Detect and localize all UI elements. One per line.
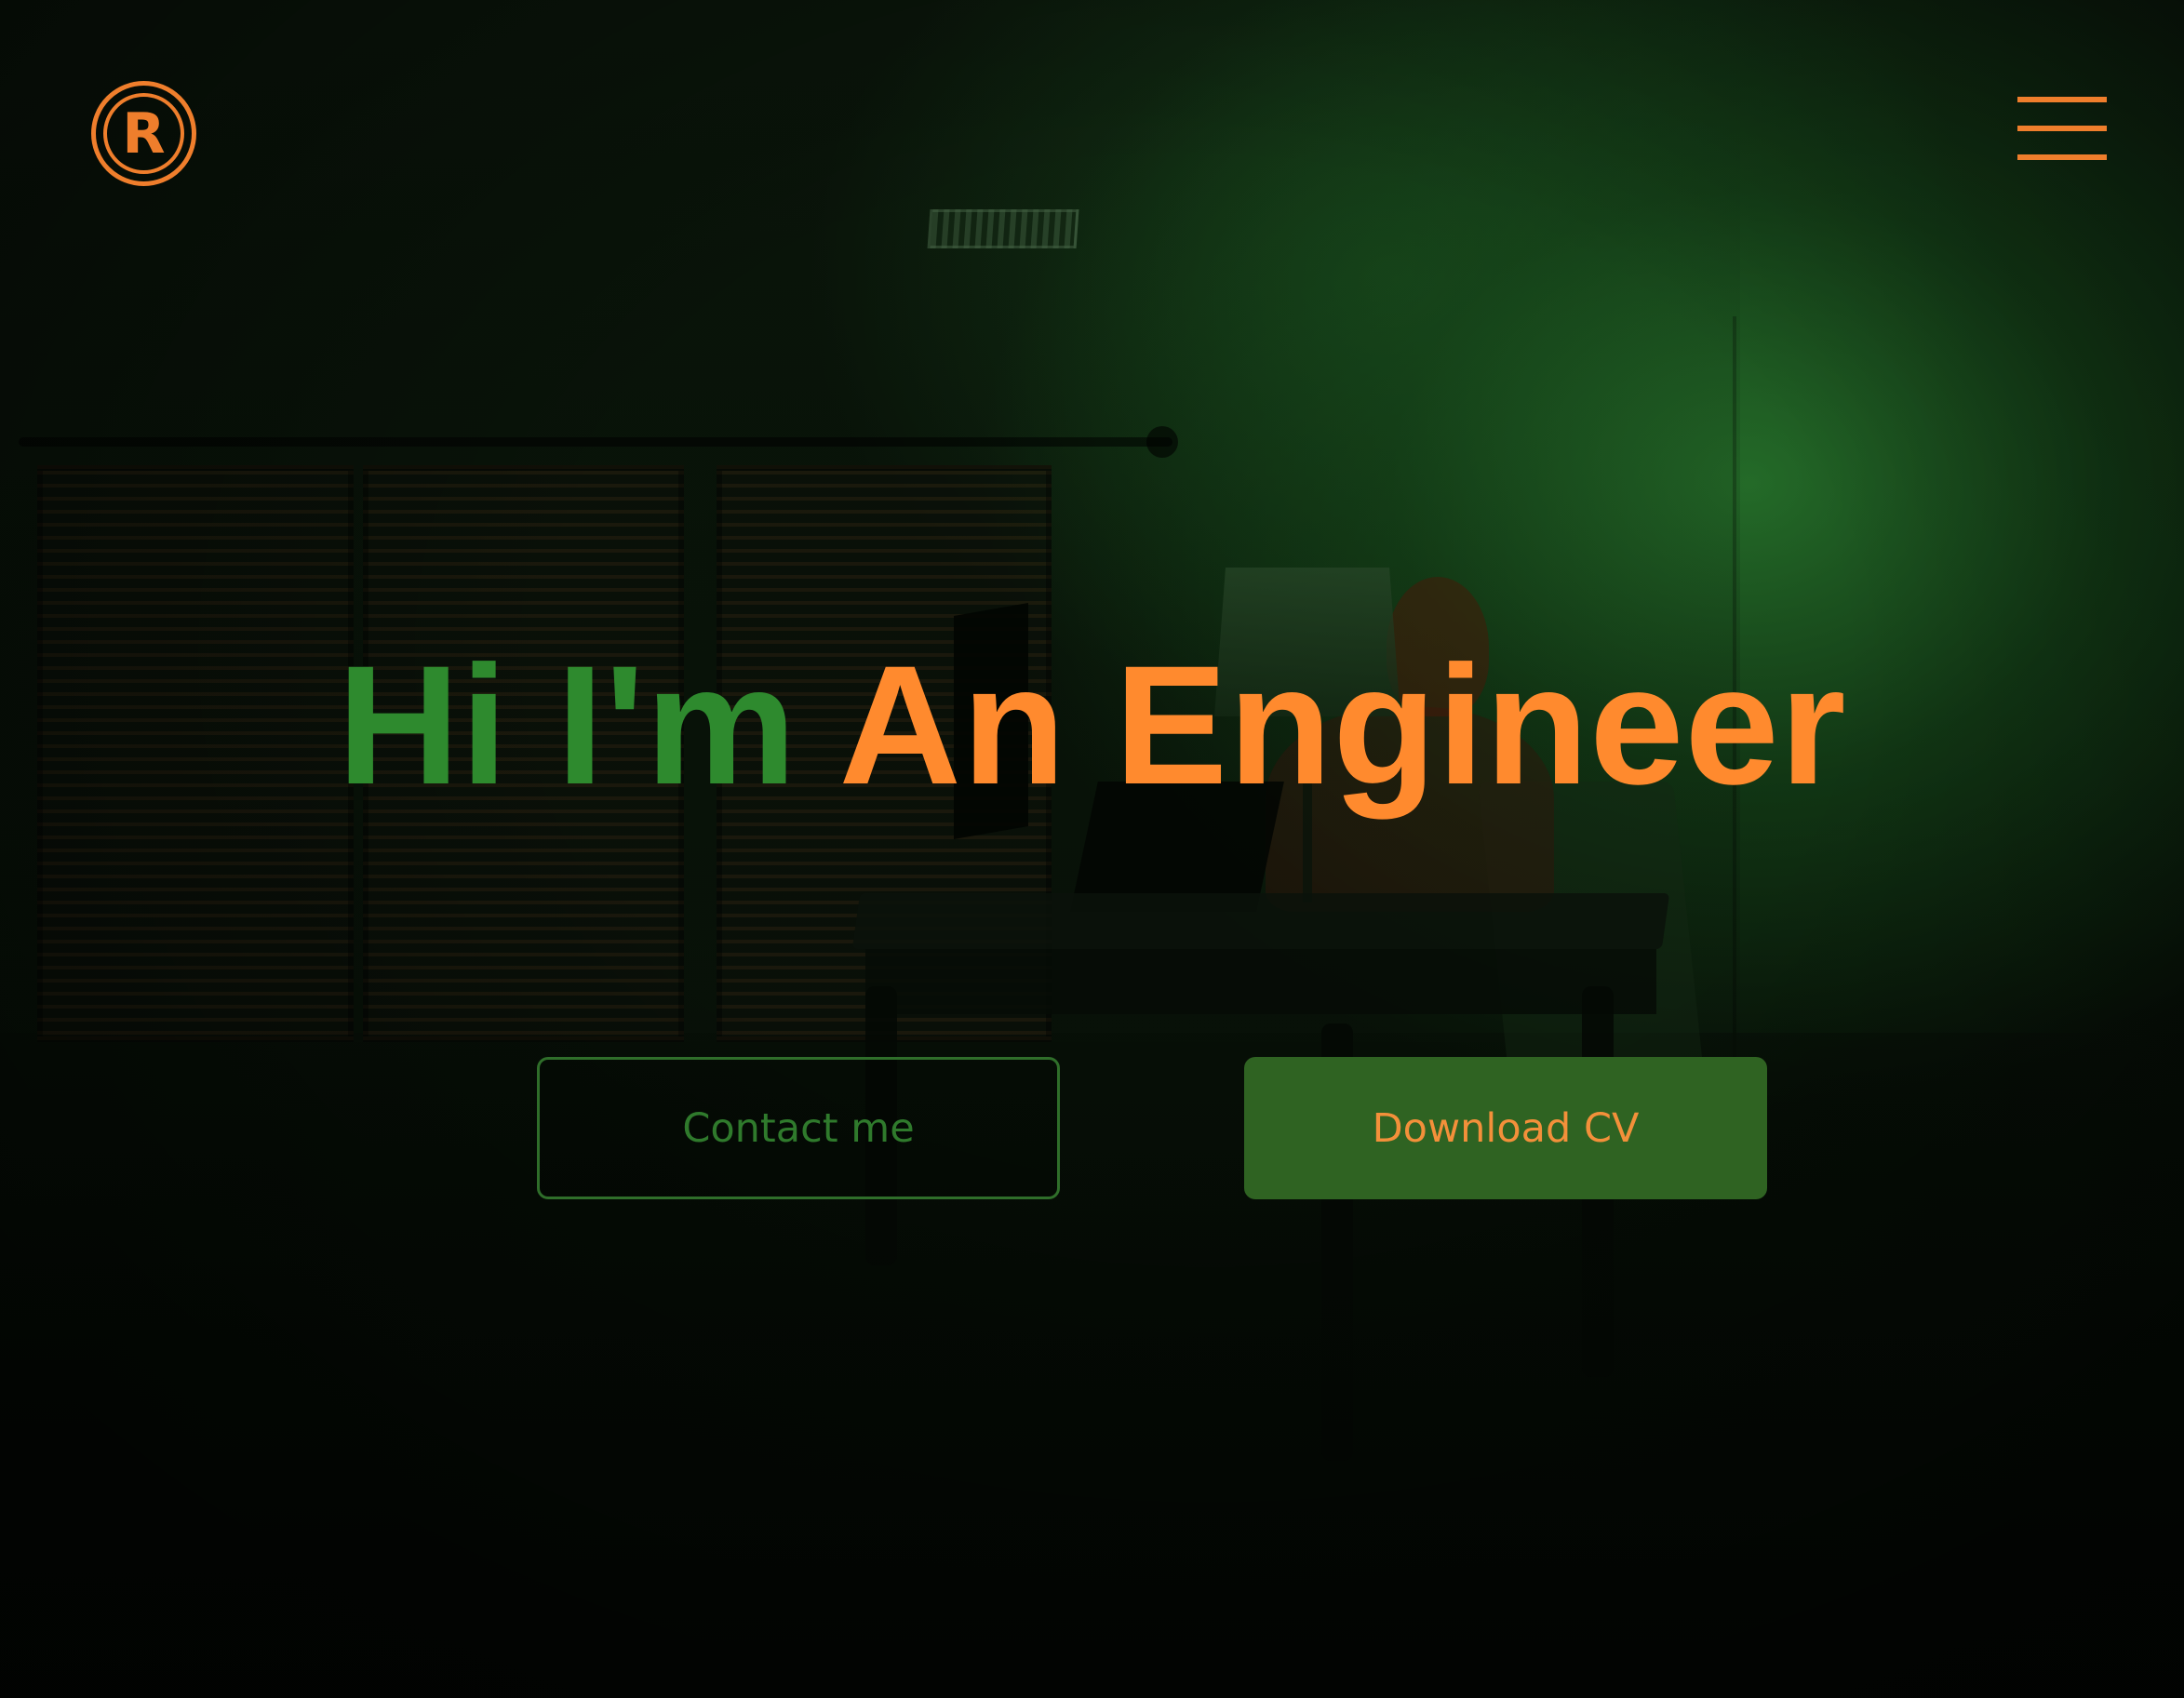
vignette-overlay [0,0,2184,1698]
menu-line [2017,154,2107,160]
headline-role: An Engineer [838,630,1847,820]
logo-inner-ring: R [103,93,184,174]
hamburger-menu-icon[interactable] [2017,97,2107,162]
download-cv-button[interactable]: Download CV [1244,1057,1767,1199]
contact-me-label: Contact me [682,1104,915,1152]
menu-line [2017,97,2107,102]
contact-me-button[interactable]: Contact me [537,1057,1060,1199]
headline-greeting: Hi I'm [337,630,797,820]
logo-letter: R [122,100,166,167]
hero-headline: Hi I'm An Engineer [0,640,2184,809]
registered-r-icon[interactable]: R [91,81,196,186]
menu-line [2017,126,2107,131]
download-cv-label: Download CV [1372,1104,1640,1152]
background-photo [0,0,2184,1698]
hero-section: R Hi I'm An Engineer Contact me Download… [0,0,2184,1698]
